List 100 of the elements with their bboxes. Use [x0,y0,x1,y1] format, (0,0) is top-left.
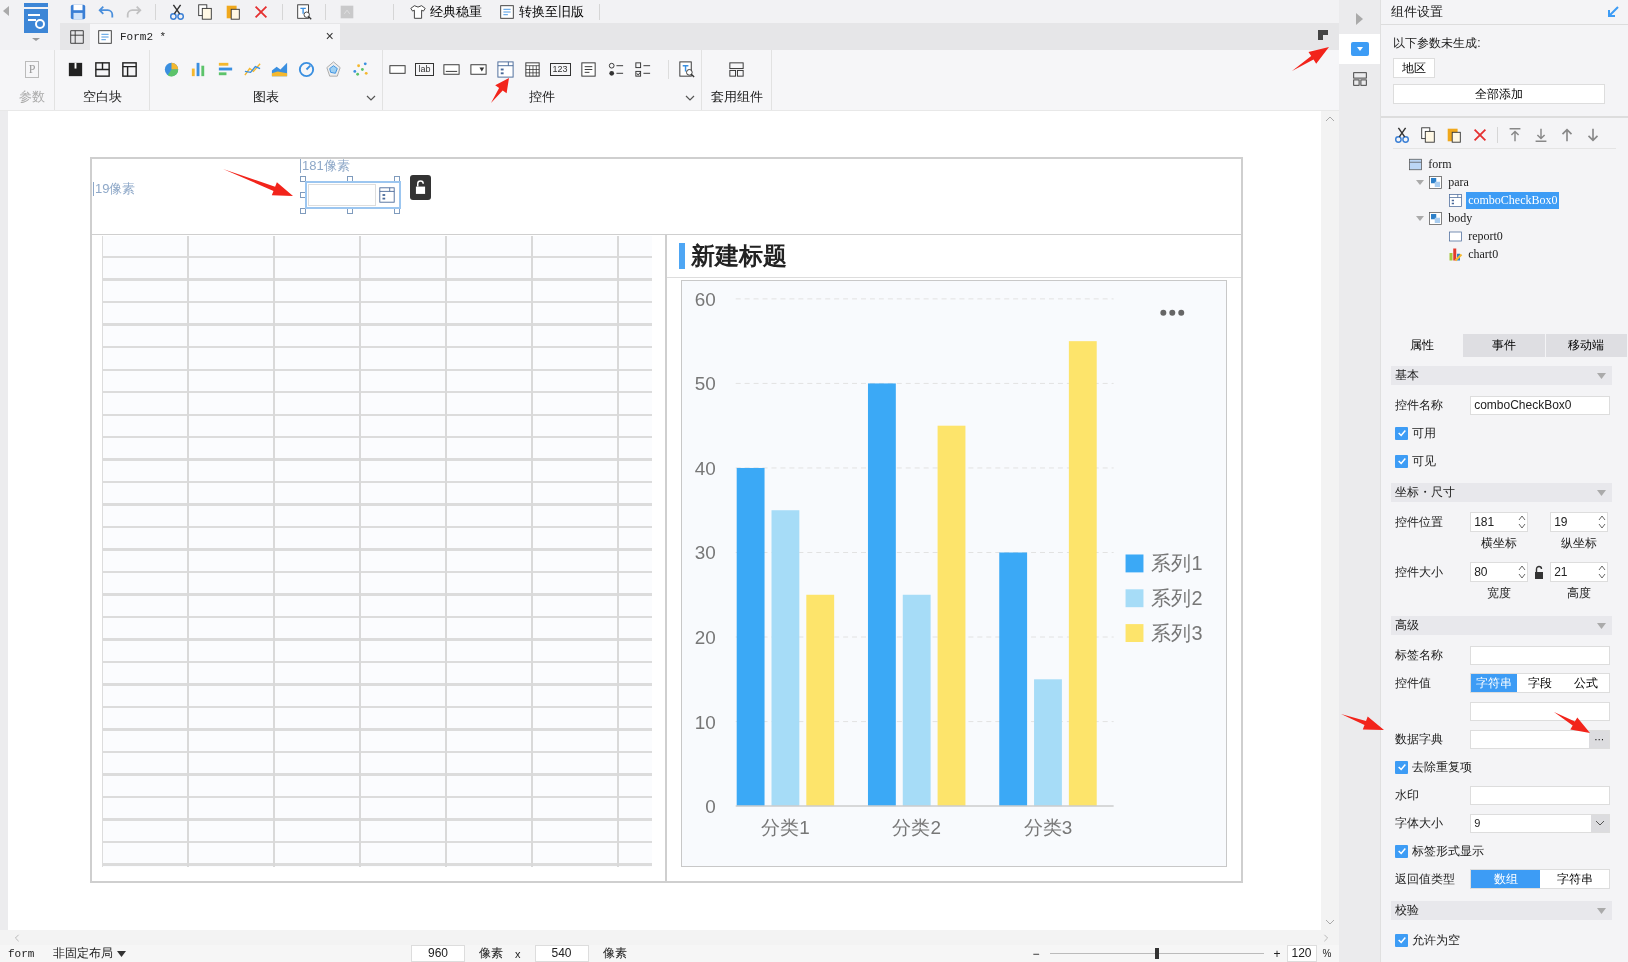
zoom-field[interactable]: 120 [1286,945,1317,962]
slider-thumb[interactable] [1154,948,1159,959]
text-field[interactable] [1470,701,1611,721]
paste-icon[interactable] [1445,126,1464,144]
checkbox[interactable] [1395,454,1409,468]
more-icon[interactable] [1160,310,1185,317]
checkbox-label: 标签形式显示 [1412,842,1485,860]
field-label: 控件大小 [1395,564,1445,581]
combo-box-icon [378,186,396,204]
layout-dropdown[interactable]: 非固定布局 [53,945,126,962]
field-caption: 纵坐标 [1561,535,1598,552]
chevron-down-icon[interactable] [366,94,376,102]
radar-chart-icon[interactable] [324,59,343,79]
preview-icon[interactable] [295,2,313,21]
chevron-down-icon[interactable] [1591,814,1610,832]
caret-icon[interactable] [1597,907,1606,914]
section-header[interactable]: 坐标・尺寸 [1391,483,1612,502]
group-label: 空白块 [82,88,122,106]
group-label: 套用组件 [710,88,763,106]
new-form-icon[interactable] [68,28,86,46]
checkbox[interactable] [1395,426,1409,440]
offset-label: 181像素 [300,159,350,173]
cut-icon[interactable] [1393,126,1412,144]
table-block-icon[interactable] [119,59,139,79]
checkbox-label: 去除重复项 [1412,758,1473,776]
lock-button[interactable] [410,175,431,200]
document-tab[interactable]: Form2 * × [90,24,340,50]
section-header[interactable]: 校验 [1391,901,1612,920]
axis-tick-label: 60 [694,289,716,311]
collapse-icon[interactable] [1415,213,1426,223]
corner-icon[interactable] [1317,29,1330,41]
text-field[interactable]: comboCheckBox0 [1470,395,1611,415]
caret-icon[interactable] [1597,489,1606,496]
parameter-button[interactable]: 地区 [1393,58,1436,78]
combo-box-icon [1448,192,1464,208]
field-label: 控件值 [1395,674,1433,692]
tree-item[interactable]: chart0 [1466,245,1501,263]
split-block-icon[interactable] [92,59,112,79]
copy-icon[interactable] [1419,126,1438,144]
annotation-arrow [1554,712,1590,733]
combo-box-icon[interactable] [495,59,515,79]
layout-icon[interactable] [727,59,746,79]
caret-icon[interactable] [1597,372,1606,379]
expand-right-icon[interactable] [1356,13,1364,25]
panel-tab[interactable]: 移动端 [1545,334,1628,357]
layout-icon[interactable] [1350,70,1369,88]
cut-icon[interactable] [168,2,186,21]
copy-icon[interactable] [196,2,214,21]
checkbox[interactable] [1395,760,1409,774]
tree-item[interactable]: form [1426,155,1454,173]
zoom-out-button[interactable]: − [1032,946,1040,961]
scroll-down-icon[interactable] [1325,918,1336,926]
annotation-arrow [1292,47,1329,71]
scroll-up-icon[interactable] [1325,115,1336,123]
number-spinner[interactable]: 21 [1550,562,1609,582]
zoom-in-button[interactable]: + [1273,946,1281,961]
tree-item[interactable]: para [1446,173,1471,191]
padlock-icon [415,180,426,195]
text-field[interactable] [1470,645,1611,665]
widget-icon[interactable]: lab [415,62,434,76]
preview-icon[interactable] [667,59,696,79]
width-field[interactable]: 960 [411,945,465,962]
field-label: 控件名称 [1395,396,1445,414]
caret-icon[interactable] [1597,622,1606,629]
dropdown-widget-icon[interactable] [1350,42,1369,56]
app-menu-icon[interactable] [22,2,50,42]
number-spinner[interactable]: 19 [1550,512,1609,532]
close-tab-button[interactable]: × [325,29,334,45]
height-field[interactable]: 540 [534,945,589,962]
checkbox[interactable] [1395,933,1409,947]
lock-icon[interactable] [1534,565,1545,579]
toolbar-button[interactable]: 转换至旧版 [492,1,590,22]
text-area-icon[interactable] [578,59,598,79]
collapse-icon[interactable] [1415,177,1426,187]
checkbox[interactable] [1395,844,1409,858]
save-icon[interactable] [69,2,87,21]
collapse-left-icon[interactable] [3,6,9,16]
scatter-chart-icon[interactable] [351,59,370,79]
annotation-arrow [223,169,293,196]
checkbox-group-icon[interactable] [632,59,652,79]
tree-item[interactable]: body [1446,209,1475,227]
arrow-icon[interactable] [1606,5,1620,19]
section-header[interactable]: 高级 [1391,616,1612,635]
panel-tab[interactable]: 事件 [1463,334,1546,357]
dropdown-field[interactable]: 9 [1470,813,1611,833]
container-icon [1428,210,1444,226]
widget-icon[interactable]: 123 [549,62,571,76]
group-label: 控件 [529,88,555,106]
number-spinner[interactable]: 80 [1470,562,1529,582]
add-all-button[interactable]: 全部添加 [1393,84,1606,104]
shirt-icon [409,2,427,21]
tree-item[interactable]: report0 [1466,227,1505,245]
number-spinner[interactable]: 181 [1470,512,1529,532]
section-header[interactable]: 基本 [1391,366,1612,385]
calendar-icon[interactable] [522,59,542,79]
gauge-icon[interactable] [297,59,316,79]
toolbar-button[interactable]: 经典稳重 [403,1,488,22]
text-field[interactable] [1470,785,1611,805]
checkbox-label: 可用 [1412,424,1437,442]
chevron-down-icon[interactable] [685,94,695,102]
